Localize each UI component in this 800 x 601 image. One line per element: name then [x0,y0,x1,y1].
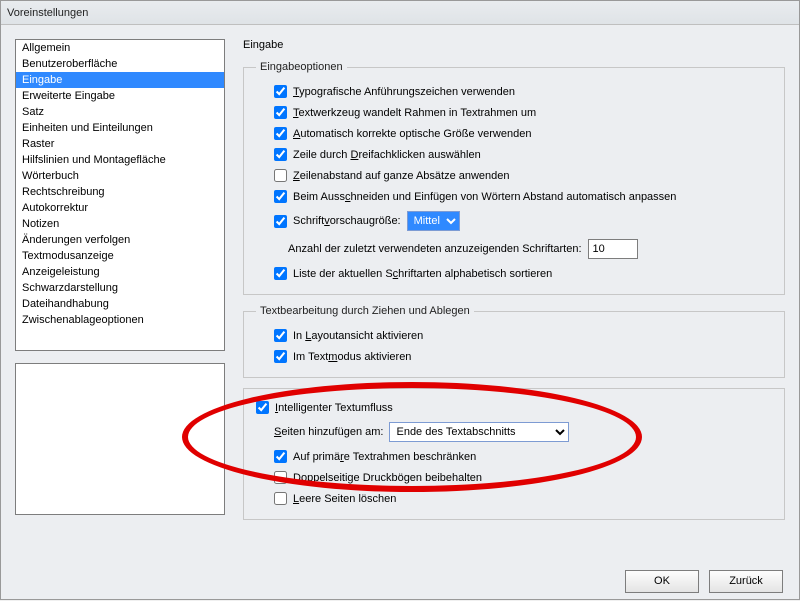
text-tool-convert-checkbox[interactable] [274,106,287,119]
cancel-button[interactable]: Zurück [709,570,783,593]
sidebar-item[interactable]: Erweiterte Eingabe [16,88,224,104]
sidebar-item[interactable]: Autokorrektur [16,200,224,216]
preview-box [15,363,225,515]
sidebar-item[interactable]: Textmodusanzeige [16,248,224,264]
smart-reflow-checkbox[interactable] [256,401,269,414]
group-smart-reflow: Intelligenter Textumfluss Seiten hinzufü… [243,388,785,520]
recent-fonts-input[interactable] [588,239,638,259]
sidebar-item[interactable]: Eingabe [16,72,224,88]
typographic-quotes-checkbox[interactable] [274,85,287,98]
sidebar-item[interactable]: Änderungen verfolgen [16,232,224,248]
delete-empty-label: Leere Seiten löschen [293,493,396,505]
dialog-footer: OK Zurück [1,561,799,601]
add-pages-label: Seiten hinzufügen am: [274,426,383,438]
main-panel: Eingabe Eingabeoptionen Typografische An… [243,39,785,557]
add-pages-select[interactable]: Ende des Textabschnitts [389,422,569,442]
sidebar-item[interactable]: Dateihandhabung [16,296,224,312]
primary-frames-label: Auf primäre Textrahmen beschränken [293,451,476,463]
sidebar-item[interactable]: Benutzeroberfläche [16,56,224,72]
layout-view-label: In Layoutansicht aktivieren [293,330,423,342]
font-preview-label: Schriftvorschaugröße: [293,215,401,227]
sidebar-item[interactable]: Raster [16,136,224,152]
sidebar: AllgemeinBenutzeroberflächeEingabeErweit… [15,39,225,557]
facing-pages-checkbox[interactable] [274,471,287,484]
sidebar-item[interactable]: Allgemein [16,40,224,56]
triple-click-checkbox[interactable] [274,148,287,161]
sidebar-item[interactable]: Hilfslinien und Montagefläche [16,152,224,168]
font-preview-checkbox[interactable] [274,215,287,228]
typographic-quotes-label: Typografische Anführungszeichen verwende… [293,86,515,98]
cut-paste-spacing-checkbox[interactable] [274,190,287,203]
leading-paragraph-checkbox[interactable] [274,169,287,182]
cut-paste-spacing-label: Beim Ausschneiden und Einfügen von Wörte… [293,191,676,203]
legend-drag-drop: Textbearbeitung durch Ziehen und Ablegen [256,305,474,317]
sidebar-item[interactable]: Notizen [16,216,224,232]
leading-paragraph-label: Zeilenabstand auf ganze Absätze anwenden [293,170,510,182]
sidebar-item[interactable]: Wörterbuch [16,168,224,184]
sidebar-item[interactable]: Rechtschreibung [16,184,224,200]
smart-reflow-label: Intelligenter Textumfluss [275,402,393,414]
group-input-options: Eingabeoptionen Typografische Anführungs… [243,61,785,295]
optical-size-checkbox[interactable] [274,127,287,140]
sidebar-item[interactable]: Satz [16,104,224,120]
ok-button[interactable]: OK [625,570,699,593]
triple-click-label: Zeile durch Dreifachklicken auswählen [293,149,481,161]
title: Voreinstellungen [7,7,88,19]
text-mode-checkbox[interactable] [274,350,287,363]
text-mode-label: Im Textmodus aktivieren [293,351,411,363]
sidebar-item[interactable]: Zwischenablageoptionen [16,312,224,328]
titlebar: Voreinstellungen [1,1,799,25]
preferences-dialog: Voreinstellungen AllgemeinBenutzeroberfl… [0,0,800,600]
layout-view-checkbox[interactable] [274,329,287,342]
section-title: Eingabe [243,39,785,51]
legend-input-options: Eingabeoptionen [256,61,347,73]
category-list[interactable]: AllgemeinBenutzeroberflächeEingabeErweit… [15,39,225,351]
delete-empty-checkbox[interactable] [274,492,287,505]
font-preview-select[interactable]: Mittel [407,211,460,231]
recent-fonts-label: Anzahl der zuletzt verwendeten anzuzeige… [288,243,582,255]
sidebar-item[interactable]: Anzeigeleistung [16,264,224,280]
sort-fonts-checkbox[interactable] [274,267,287,280]
primary-frames-checkbox[interactable] [274,450,287,463]
facing-pages-label: Doppelseitige Druckbögen beibehalten [293,472,482,484]
text-tool-convert-label: Textwerkzeug wandelt Rahmen in Textrahme… [293,107,536,119]
sidebar-item[interactable]: Einheiten und Einteilungen [16,120,224,136]
group-drag-drop: Textbearbeitung durch Ziehen und Ablegen… [243,305,785,378]
sort-fonts-label: Liste der aktuellen Schriftarten alphabe… [293,268,552,280]
sidebar-item[interactable]: Schwarzdarstellung [16,280,224,296]
optical-size-label: Automatisch korrekte optische Größe verw… [293,128,531,140]
